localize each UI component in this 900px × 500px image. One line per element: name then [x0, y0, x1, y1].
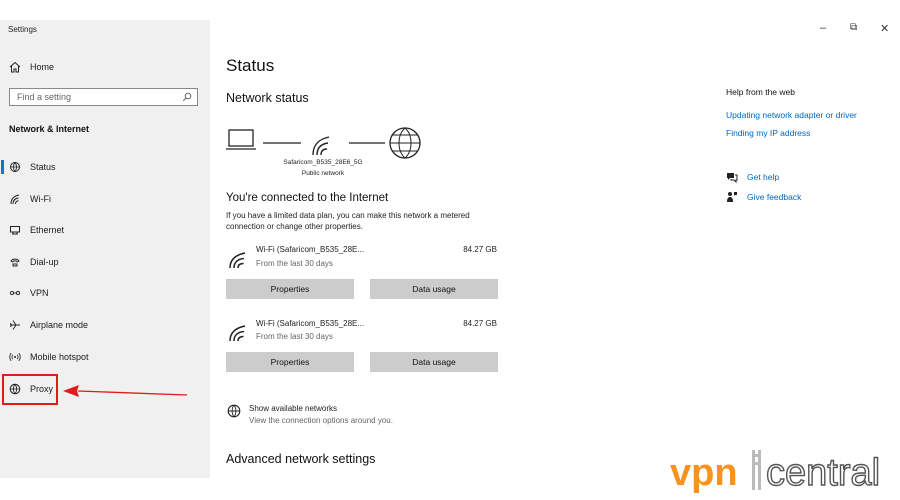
- vpn-icon: [8, 286, 22, 300]
- search-placeholder: Find a setting: [17, 92, 72, 102]
- sidebar-item-dialup[interactable]: Dial-up: [0, 249, 210, 275]
- sidebar-item-hotspot[interactable]: Mobile hotspot: [0, 344, 210, 370]
- home-label: Home: [30, 62, 55, 72]
- network-status-heading: Network status: [226, 91, 309, 105]
- close-button[interactable]: ✕: [880, 22, 889, 35]
- sidebar-item-label: Wi-Fi: [30, 194, 51, 204]
- sidebar-item-label: VPN: [30, 288, 49, 298]
- help-title: Help from the web: [726, 87, 795, 97]
- search-input[interactable]: Find a setting: [9, 88, 198, 106]
- sidebar-item-wifi[interactable]: Wi-Fi: [0, 186, 210, 212]
- restore-button[interactable]: ⧉: [850, 22, 857, 33]
- status-icon: [8, 160, 22, 174]
- sidebar-item-airplane[interactable]: Airplane mode: [0, 312, 210, 338]
- hotspot-icon: [8, 350, 22, 364]
- proxy-highlight-box: [2, 374, 58, 405]
- sidebar-item-status[interactable]: Status: [0, 154, 210, 180]
- wifi-icon: [229, 252, 246, 269]
- data-usage-button[interactable]: Data usage: [370, 352, 498, 372]
- connection-period: From the last 30 days: [256, 259, 333, 268]
- laptop-icon: [226, 129, 256, 150]
- properties-button[interactable]: Properties: [226, 352, 354, 372]
- connection-usage: 84.27 GB: [463, 245, 497, 254]
- get-help-label: Get help: [747, 172, 780, 182]
- app-title: Settings: [8, 25, 37, 34]
- airplane-icon: [8, 318, 22, 332]
- connected-title: You're connected to the Internet: [226, 192, 389, 204]
- connection-usage: 84.27 GB: [463, 319, 497, 328]
- properties-button[interactable]: Properties: [226, 279, 354, 299]
- sidebar-item-home[interactable]: Home: [0, 54, 210, 80]
- logo-key-glyph: [752, 450, 761, 490]
- logo-central-text: central: [766, 452, 880, 494]
- sidebar-item-label: Mobile hotspot: [30, 352, 89, 362]
- page-title: Status: [226, 56, 275, 75]
- sidebar-item-label: Airplane mode: [30, 320, 89, 330]
- help-link-updating-adapter[interactable]: Updating network adapter or driver: [726, 110, 857, 120]
- wifi-icon: [229, 325, 246, 342]
- data-usage-button[interactable]: Data usage: [370, 279, 498, 299]
- sidebar-item-label: Dial-up: [30, 257, 59, 267]
- sidebar-item-ethernet[interactable]: Ethernet: [0, 217, 210, 243]
- internet-globe-icon: [389, 127, 421, 159]
- sidebar-item-label: Ethernet: [30, 225, 65, 235]
- vpncentral-logo: vpn central: [670, 450, 881, 494]
- logo-vpn-text: vpn: [670, 452, 738, 494]
- feedback-icon: [726, 191, 738, 203]
- show-networks-description: View the connection options around you.: [249, 416, 393, 425]
- wifi-icon: [8, 192, 22, 206]
- show-available-networks-link[interactable]: Show available networks: [249, 404, 337, 413]
- connection-name: Wi-Fi (Safaricom_B535_28E...: [256, 245, 365, 254]
- network-type: Public network: [301, 170, 345, 177]
- search-icon: [182, 92, 192, 102]
- chat-bubble-icon: [726, 171, 738, 183]
- ethernet-icon: [8, 223, 22, 237]
- sidebar-item-label: Status: [30, 162, 56, 172]
- connection-period: From the last 30 days: [256, 332, 333, 341]
- minimize-button[interactable]: –: [820, 22, 826, 34]
- network-diagram: [226, 127, 421, 159]
- get-help-link[interactable]: Get help: [726, 170, 779, 184]
- dialup-icon: [8, 255, 22, 269]
- sidebar-item-vpn[interactable]: VPN: [0, 280, 210, 306]
- globe-icon: [227, 404, 241, 418]
- network-name: Safaricom_B535_28E6_5G: [283, 159, 363, 166]
- nav-section-header: Network & Internet: [9, 124, 90, 134]
- metered-description: If you have a limited data plan, you can…: [226, 211, 470, 231]
- help-link-finding-ip[interactable]: Finding my IP address: [726, 128, 810, 138]
- home-icon: [8, 60, 22, 74]
- give-feedback-label: Give feedback: [747, 192, 802, 202]
- advanced-network-settings-heading: Advanced network settings: [226, 452, 376, 466]
- connection-name: Wi-Fi (Safaricom_B535_28E...: [256, 319, 365, 328]
- wifi-signal-icon: [312, 136, 330, 156]
- annotation-arrow: [63, 385, 188, 397]
- give-feedback-link[interactable]: Give feedback: [726, 190, 801, 204]
